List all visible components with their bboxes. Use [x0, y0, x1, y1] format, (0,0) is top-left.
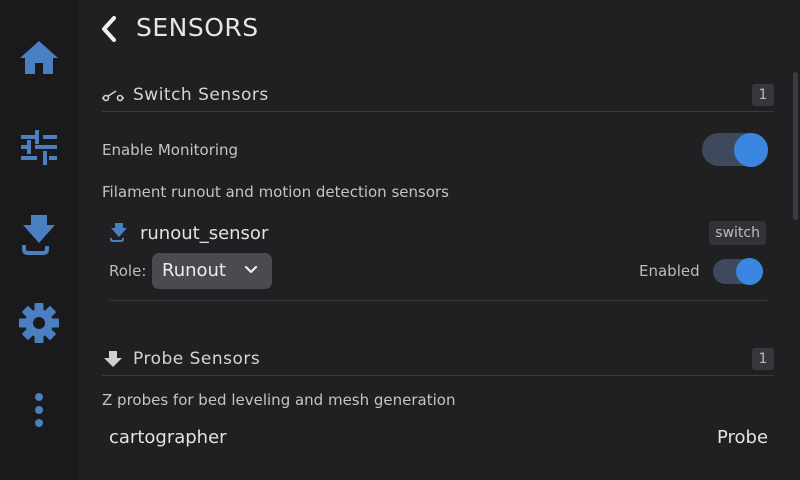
sidebar: [0, 0, 78, 480]
probe-sensors-count: 1: [752, 348, 774, 370]
page-title: SENSORS: [136, 13, 259, 42]
switch-sensors-count: 1: [752, 84, 774, 106]
nav-tune-button[interactable]: [14, 122, 64, 172]
filament-icon: [22, 215, 55, 255]
toggle-knob: [734, 133, 768, 167]
probe-sensors-title: Probe Sensors: [133, 349, 261, 369]
probe-type: Probe: [717, 427, 769, 448]
sliders-icon: [21, 130, 57, 165]
switch-sensors-title: Switch Sensors: [133, 85, 269, 105]
enabled-label: Enabled: [639, 262, 700, 280]
switch-sensors-header: Switch Sensors 1: [102, 81, 774, 112]
probe-name: cartographer: [109, 427, 227, 448]
role-select[interactable]: Runout: [152, 253, 272, 289]
toggle-knob: [736, 258, 763, 285]
enable-monitoring-toggle[interactable]: [702, 133, 768, 167]
filament-sensor-icon: [110, 223, 127, 242]
header: SENSORS: [78, 0, 800, 60]
switch-icon: [102, 90, 124, 102]
more-icon: [35, 393, 43, 427]
nav-extrude-button[interactable]: [14, 210, 64, 260]
nav-more-button[interactable]: [14, 385, 64, 435]
divider: [109, 300, 767, 301]
probe-sensors-header: Probe Sensors 1: [102, 345, 774, 376]
sensor-name: runout_sensor: [140, 223, 269, 244]
role-select-value: Runout: [162, 260, 226, 281]
enable-monitoring-label: Enable Monitoring: [102, 141, 239, 159]
switch-sensors-description: Filament runout and motion detection sen…: [102, 183, 449, 201]
sensor-type-badge: switch: [709, 221, 766, 245]
sensor-enabled-toggle[interactable]: [713, 258, 763, 285]
main-panel: SENSORS Switch Sensors 1 Enable Monitori…: [78, 0, 800, 480]
home-icon: [20, 41, 58, 74]
nav-settings-button[interactable]: [14, 298, 64, 348]
nav-home-button[interactable]: [14, 33, 64, 83]
probe-sensors-description: Z probes for bed leveling and mesh gener…: [102, 391, 456, 409]
chevron-down-icon: [244, 265, 258, 274]
arrow-down-icon: [104, 351, 122, 367]
role-label: Role:: [109, 262, 147, 280]
gear-icon: [19, 303, 59, 343]
scrollbar[interactable]: [793, 72, 798, 220]
back-button[interactable]: [94, 12, 124, 46]
chevron-left-icon: [102, 16, 116, 42]
